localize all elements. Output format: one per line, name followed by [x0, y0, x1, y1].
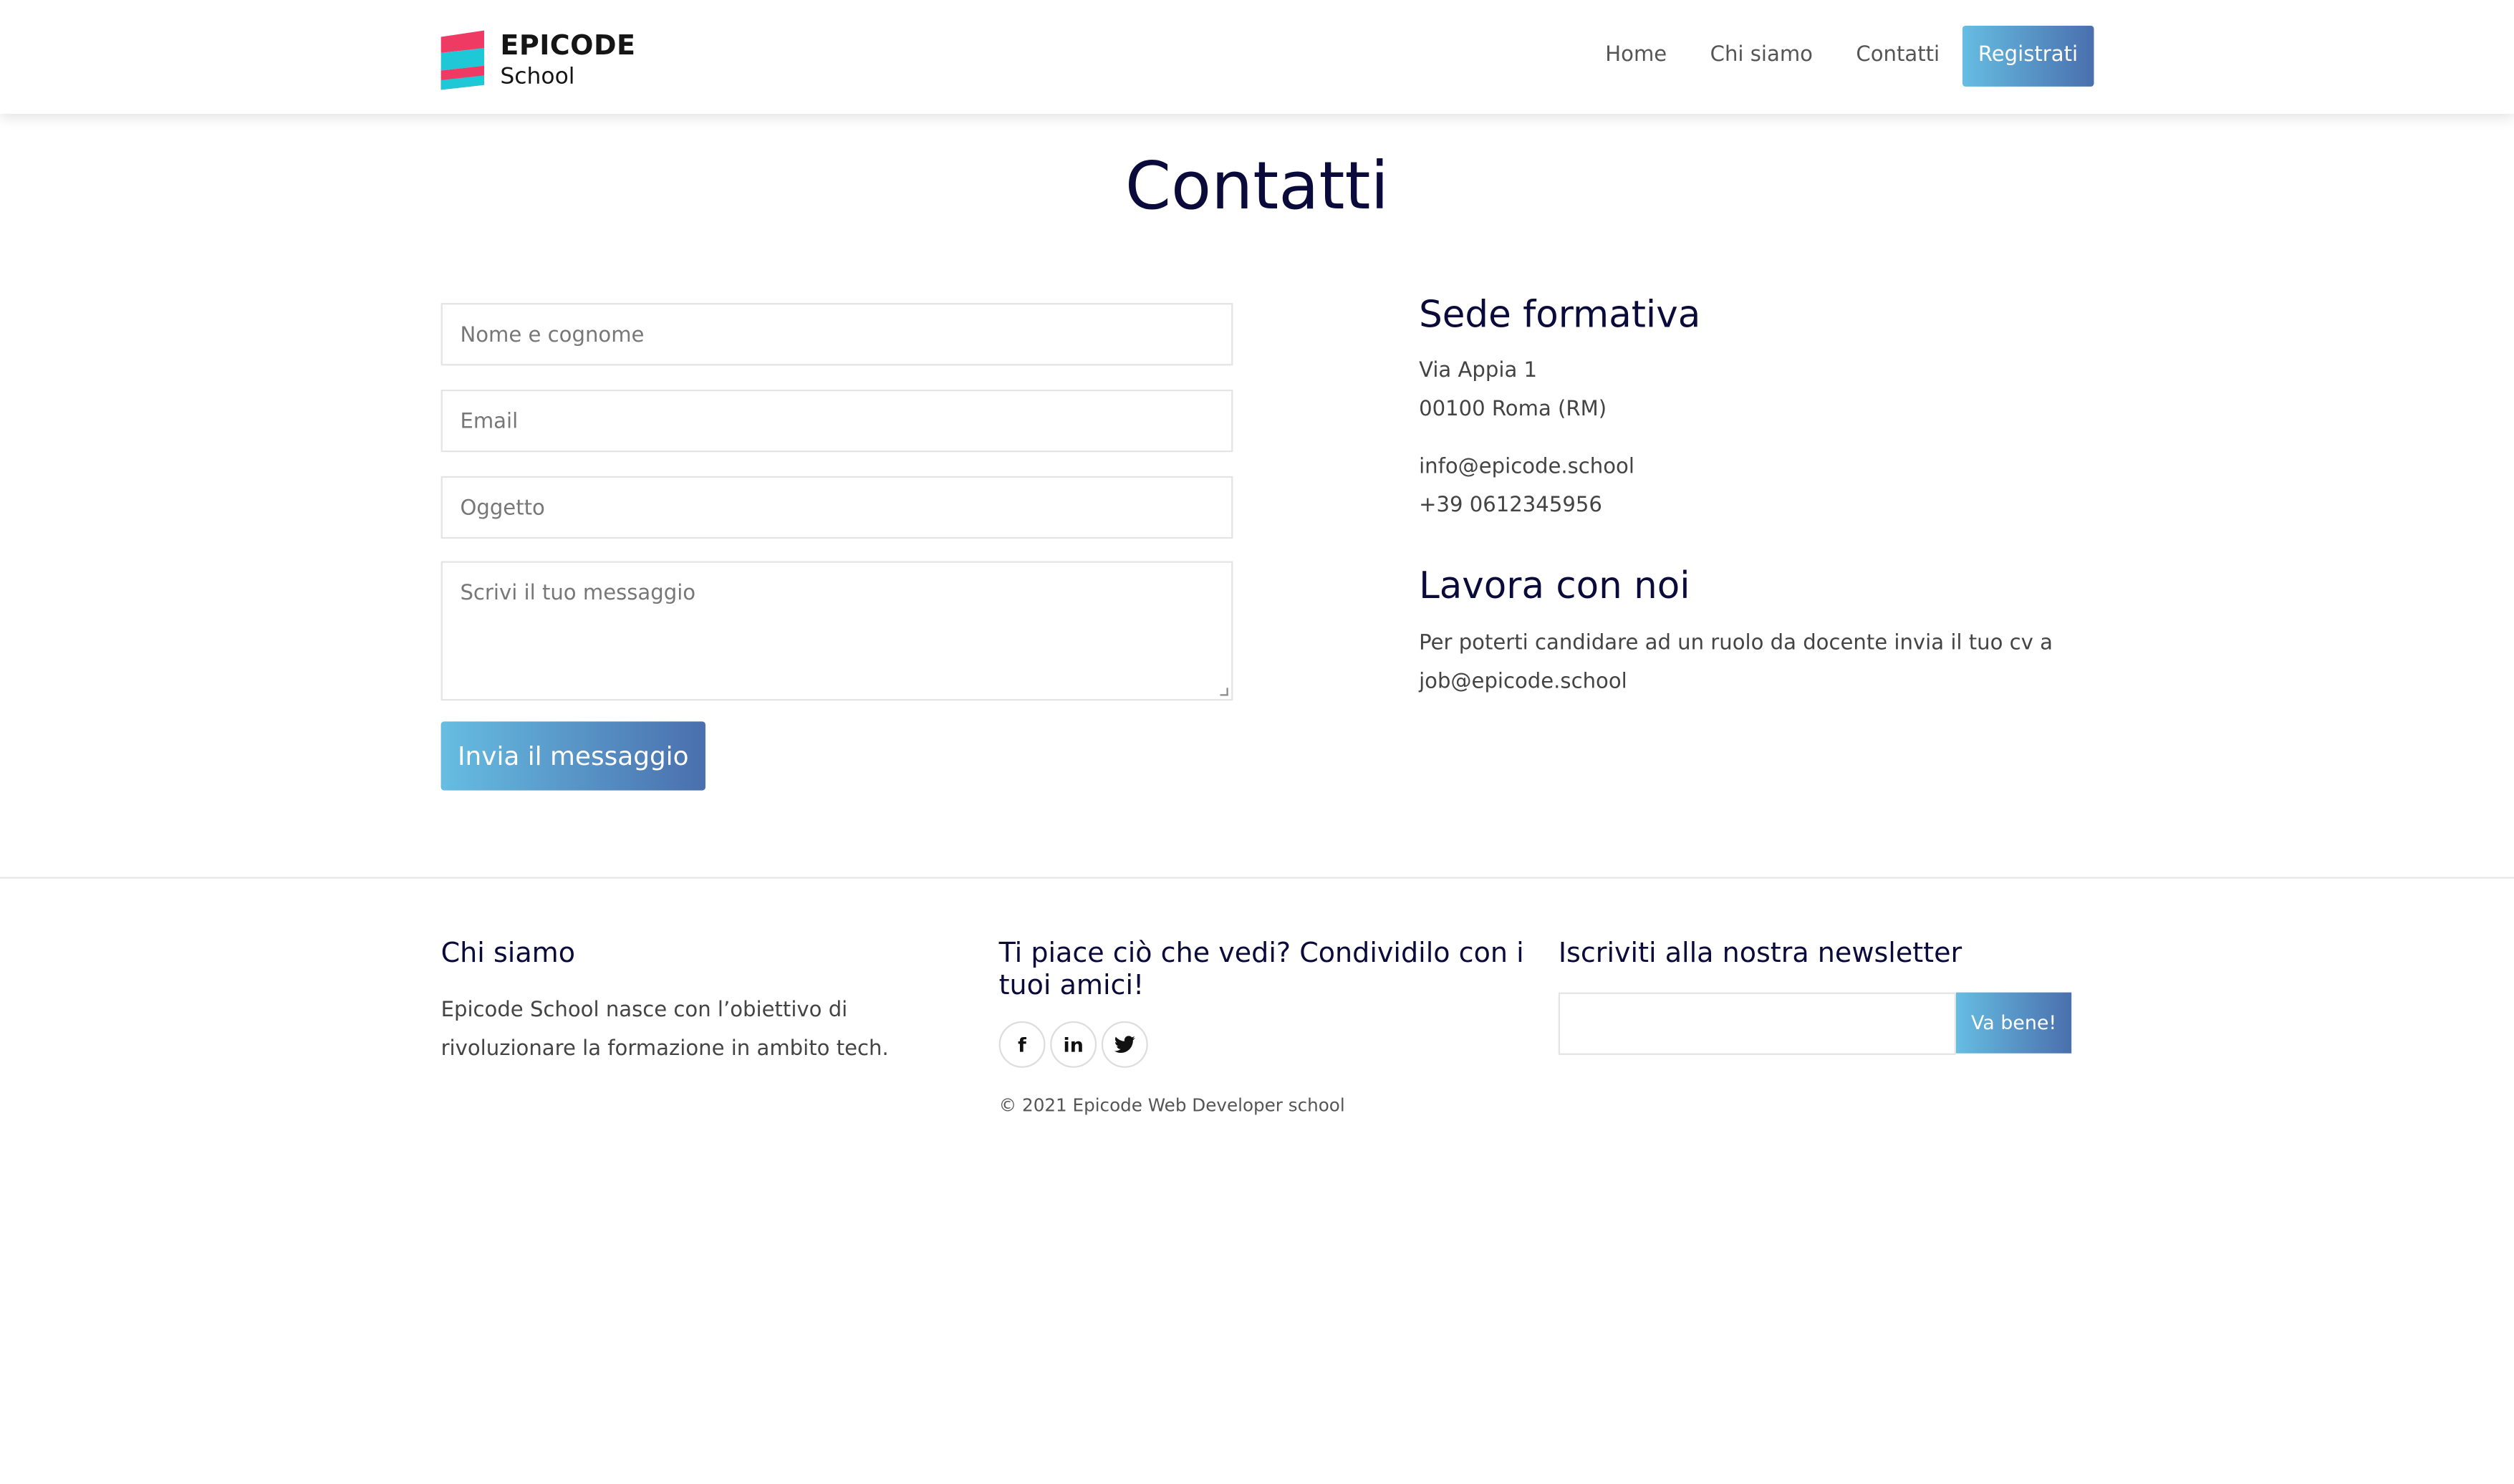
work-text: Per poterti candidare ad un ruolo da doc…	[1419, 631, 2053, 695]
copyright: © 2021 Epicode Web Developer school	[998, 1094, 1345, 1116]
footer-share: Ti piace ciò che vedi? Condividilo con i…	[999, 938, 1528, 1003]
newsletter-submit-button[interactable]: Va bene!	[1955, 992, 2072, 1054]
resize-handle-icon[interactable]	[1220, 688, 1228, 696]
social-links: f in	[998, 1021, 1153, 1068]
contact-email[interactable]: info@epicode.school	[1419, 449, 1700, 488]
logo-mark-icon	[440, 30, 485, 90]
email-input[interactable]: Email	[440, 389, 1233, 453]
message-placeholder: Scrivi il tuo messaggio	[460, 582, 696, 607]
message-textarea[interactable]: Scrivi il tuo messaggio	[440, 561, 1233, 701]
newsletter-title: Iscriviti alla nostra newsletter	[1558, 938, 1962, 970]
sede-title: Sede formativa	[1419, 294, 1701, 337]
contact-phone[interactable]: +39 0612345956	[1419, 488, 1700, 526]
footer-about-title: Chi siamo	[440, 938, 576, 970]
subject-input[interactable]: Oggetto	[440, 476, 1233, 539]
nav-about-link[interactable]: Chi siamo	[1710, 26, 1813, 87]
nav-home-link[interactable]: Home	[1605, 26, 1667, 87]
facebook-icon[interactable]: f	[998, 1021, 1046, 1068]
site-header: EPICODE School Home Chi siamo Contatti R…	[0, 0, 2514, 114]
footer-share-title: Ti piace ciò che vedi? Condividilo con i…	[998, 938, 1524, 1003]
page-title: Contatti	[1124, 147, 1390, 225]
address-line1: Via Appia 1	[1419, 359, 1538, 384]
linkedin-icon[interactable]: in	[1050, 1021, 1097, 1068]
main-nav: Home Chi siamo Contatti Registrati	[1562, 25, 2094, 87]
name-input[interactable]: Nome e cognome	[440, 303, 1233, 366]
newsletter-email-input[interactable]	[1558, 992, 1956, 1055]
nav-contacts-link[interactable]: Contatti	[1856, 26, 1940, 87]
register-button[interactable]: Registrati	[1962, 25, 2094, 87]
work-title: Lavora con noi	[1419, 566, 1690, 608]
epicode-logo[interactable]: EPICODE School	[440, 29, 636, 90]
footer-divider	[0, 877, 2514, 879]
contact-info: Sede formativa Via Appia 1 00100 Roma (R…	[1419, 295, 1700, 526]
twitter-icon[interactable]	[1101, 1021, 1148, 1068]
send-message-button[interactable]: Invia il messaggio	[440, 721, 705, 791]
footer-about-text: Epicode School nasce con l’obiettivo di …	[440, 998, 889, 1061]
logo-title: EPICODE	[500, 29, 636, 62]
footer-newsletter: Iscriviti alla nostra newsletter	[1559, 938, 2088, 970]
address-line2: 00100 Roma (RM)	[1419, 398, 1607, 422]
logo-subtitle: School	[500, 63, 575, 90]
footer-about: Chi siamo Epicode School nasce con l’obi…	[441, 938, 971, 1070]
work-with-us: Lavora con noi Per poterti candidare ad …	[1419, 566, 2060, 702]
page: EPICODE School Home Chi siamo Contatti R…	[0, 0, 2514, 1483]
